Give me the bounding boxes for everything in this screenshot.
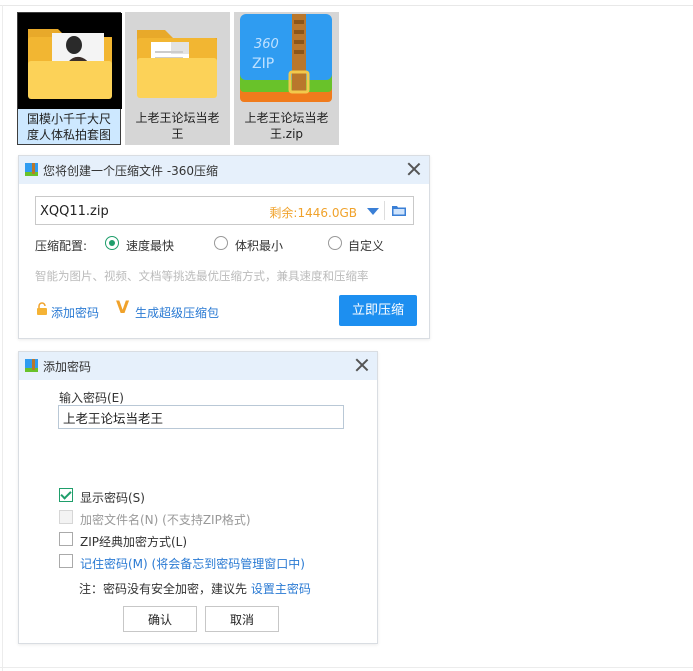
folder-thumbnail: [18, 13, 122, 109]
zip-classic-encryption-label[interactable]: ZIP经典加密方式(L): [80, 533, 187, 550]
360zip-app-icon: [25, 359, 38, 372]
close-icon[interactable]: [353, 356, 371, 374]
file-name-line2: 王: [171, 127, 184, 141]
remember-password-checkbox[interactable]: [59, 554, 73, 568]
folder-thumbnail: [125, 12, 230, 108]
super-v-icon: V: [116, 298, 130, 318]
compress-description: 智能为图片、视频、文档等挑选最优压缩方式，兼具速度和压缩率: [35, 269, 369, 283]
folder-photo-icon: [18, 13, 122, 109]
remember-password-label[interactable]: 记住密码(M) (将会备忘到密码管理窗口中): [80, 555, 305, 572]
left-divider: [2, 5, 3, 671]
zip-classic-encryption-checkbox[interactable]: [59, 532, 73, 546]
password-dialog-title: 添加密码: [43, 360, 92, 374]
bottom-divider: [0, 667, 693, 668]
encrypt-filename-checkbox[interactable]: [59, 510, 73, 524]
compress-dialog-title: 您将创建一个压缩文件 -360压缩: [43, 164, 219, 178]
encrypt-filename-label: 加密文件名(N) (不支持ZIP格式): [80, 513, 251, 527]
file-name-line1: 上老王论坛当老: [244, 111, 329, 125]
password-input-label: 输入密码(E): [59, 391, 124, 405]
file-name: 上老王论坛当老 王: [125, 108, 230, 145]
file-name-line2: 王.zip: [269, 127, 304, 141]
super-package-link[interactable]: 生成超级压缩包: [135, 304, 219, 321]
file-name-line1: 上老王论坛当老: [135, 111, 220, 125]
confirm-button[interactable]: 确认: [123, 606, 197, 632]
radio-speed-fastest[interactable]: [105, 236, 119, 250]
add-password-link[interactable]: 添加密码: [51, 304, 99, 321]
zip-badge-zip: ZIP: [252, 56, 274, 72]
chevron-down-icon[interactable]: [367, 208, 379, 215]
file-name: 国模小千千大尺 度人体私拍套图: [18, 109, 120, 146]
archive-filename[interactable]: XQQ11.zip: [40, 204, 109, 219]
cancel-button[interactable]: 取消: [205, 606, 279, 632]
set-master-password-link[interactable]: 设置主密码: [251, 582, 311, 596]
file-item-folder[interactable]: 上老王论坛当老 王: [125, 12, 230, 145]
show-password-checkbox[interactable]: [59, 488, 73, 502]
add-password-dialog: 添加密码 输入密码(E) 显示密码(S) 加密文件名(N) (不支持ZIP格式)…: [18, 351, 378, 644]
compress-config-label: 压缩配置:: [35, 239, 88, 253]
compress-dialog: 您将创建一个压缩文件 -360压缩 XQQ11.zip 剩余:1446.0GB …: [18, 155, 430, 339]
close-icon[interactable]: [405, 160, 423, 178]
option-custom-label[interactable]: 自定义: [348, 237, 384, 254]
compress-now-button[interactable]: 立即压缩: [339, 295, 417, 326]
show-password-label[interactable]: 显示密码(S): [80, 489, 145, 506]
file-name-line2: 度人体私拍套图: [26, 128, 111, 142]
security-note-text: 注：密码没有安全加密，建议先: [79, 582, 251, 596]
compress-dialog-titlebar[interactable]: 您将创建一个压缩文件 -360压缩: [19, 156, 429, 184]
path-separator: [384, 201, 385, 220]
folder-browse-icon[interactable]: [392, 205, 406, 216]
option-size-smallest-label[interactable]: 体积最小: [235, 237, 283, 254]
security-note: 注：密码没有安全加密，建议先 设置主密码: [79, 580, 311, 597]
file-item-photo-folder[interactable]: 国模小千千大尺 度人体私拍套图: [17, 12, 122, 146]
zip-badge-360: 360: [254, 37, 279, 52]
radio-custom[interactable]: [328, 236, 342, 250]
free-space-label: 剩余:1446.0GB: [269, 206, 357, 220]
file-item-zip[interactable]: 360 ZIP 上老王论坛当老 王.zip: [234, 12, 339, 145]
zip-archive-icon: 360 ZIP: [240, 14, 332, 102]
top-divider: [0, 5, 693, 6]
360zip-app-icon: [25, 163, 38, 176]
password-dialog-titlebar[interactable]: 添加密码: [19, 352, 377, 380]
archive-path-field[interactable]: XQQ11.zip 剩余:1446.0GB: [35, 196, 414, 225]
file-name: 上老王论坛当老 王.zip: [234, 108, 339, 145]
option-speed-fastest-label[interactable]: 速度最快: [126, 237, 174, 254]
file-name-line1: 国模小千千大尺: [26, 112, 111, 126]
folder-icon: [137, 30, 217, 98]
radio-size-smallest[interactable]: [214, 236, 228, 250]
zip-thumbnail: 360 ZIP: [234, 12, 339, 108]
password-input[interactable]: [58, 405, 344, 429]
lock-icon: [37, 302, 47, 315]
